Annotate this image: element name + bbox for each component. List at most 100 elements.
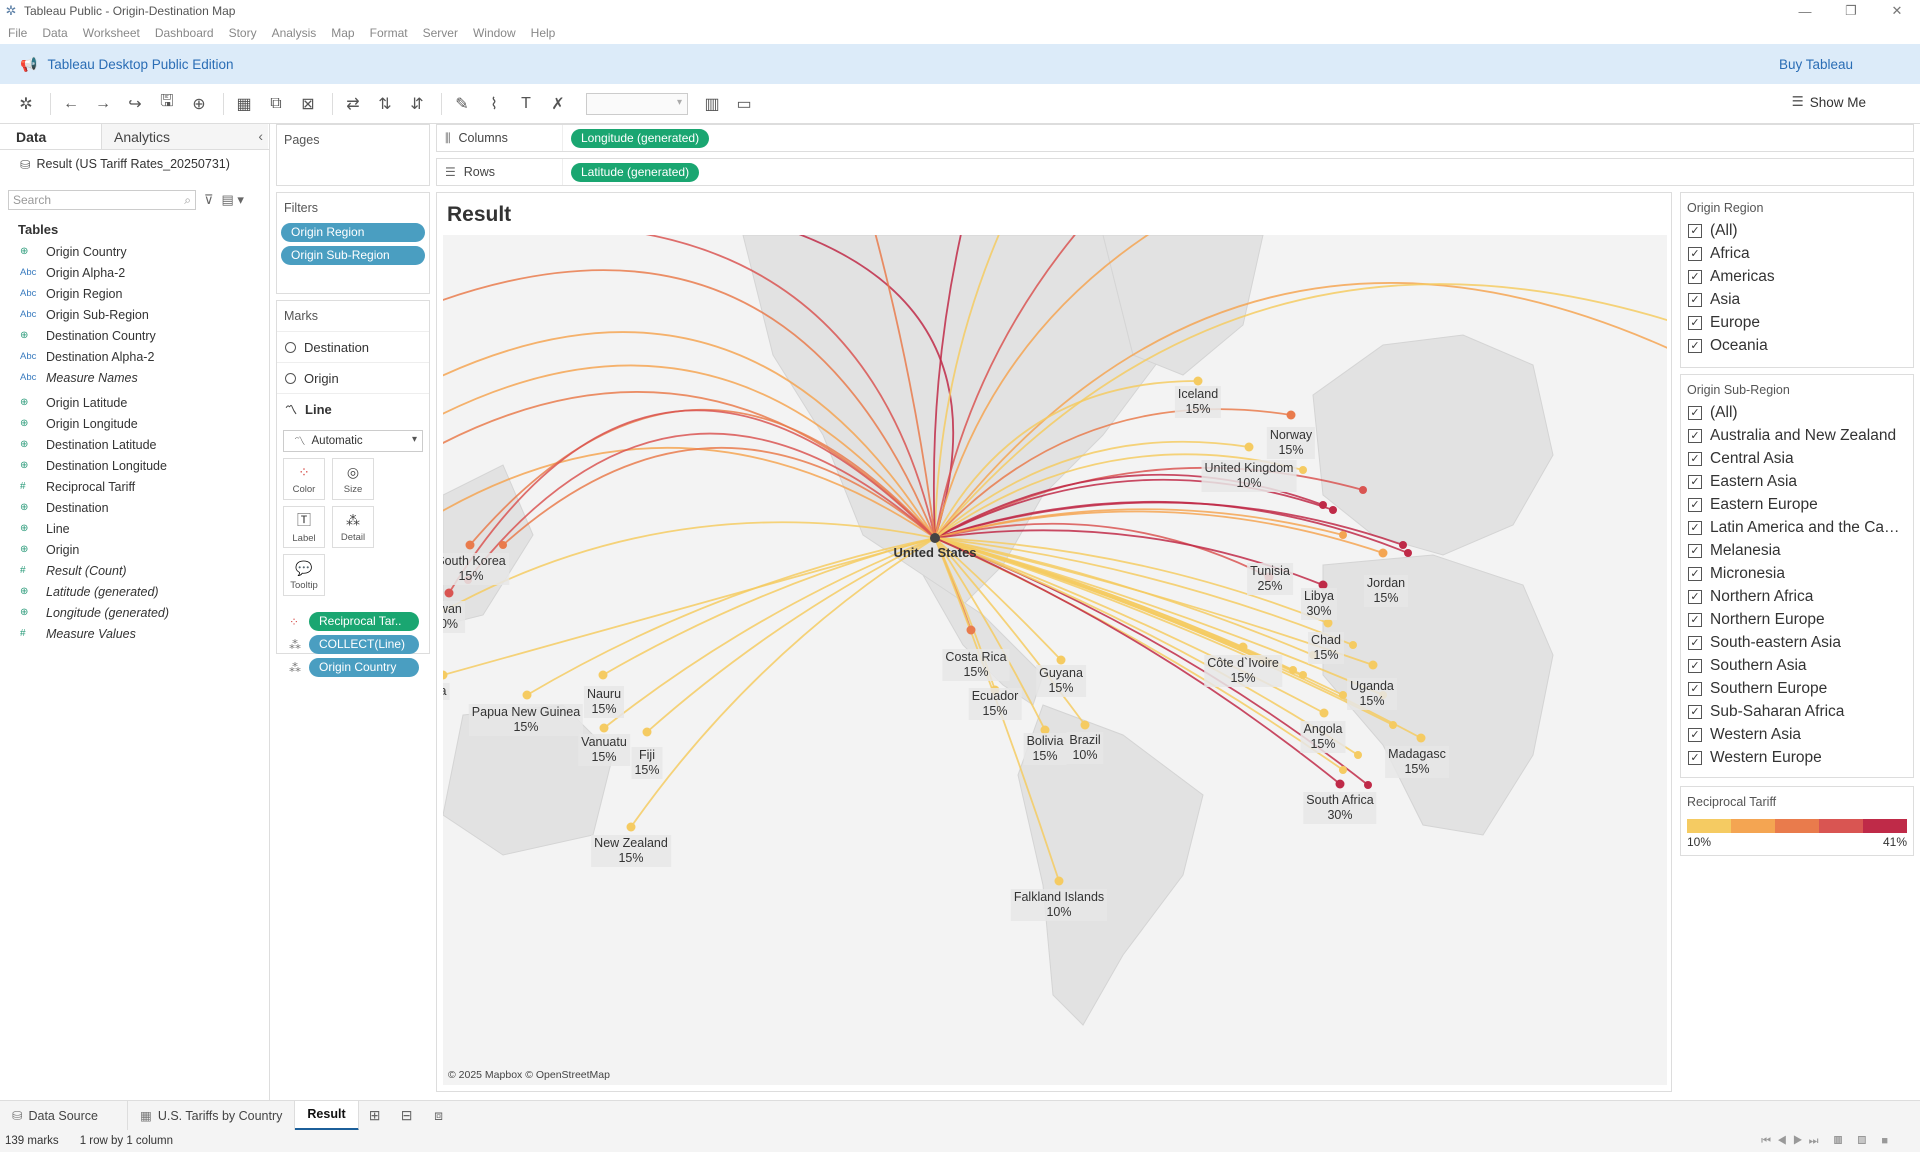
- filter-icon[interactable]: ⊽: [204, 192, 214, 208]
- size-button[interactable]: ◎ Size: [332, 458, 374, 500]
- tab-us-tariffs-by-country[interactable]: ▦ U.S. Tariffs by Country: [128, 1100, 296, 1131]
- tab-data[interactable]: Data: [0, 124, 102, 149]
- destination-point[interactable]: [1193, 376, 1203, 386]
- flow-line[interactable]: [603, 537, 936, 729]
- tab-result[interactable]: Result: [295, 1100, 359, 1131]
- new-story-icon[interactable]: ⧈: [423, 1101, 455, 1131]
- filter-checkbox-item[interactable]: ✓ (All): [1681, 401, 1913, 424]
- destination-point[interactable]: [1399, 541, 1407, 549]
- destination-point[interactable]: [1319, 501, 1327, 509]
- fit-dropdown[interactable]: [586, 92, 688, 115]
- filter-checkbox-item[interactable]: ✓ Western Asia: [1681, 723, 1913, 746]
- destination-point[interactable]: [1359, 486, 1367, 494]
- show-cards-icon[interactable]: ▥: [698, 91, 726, 117]
- filter-checkbox-item[interactable]: ✓ Sub-Saharan Africa: [1681, 700, 1913, 723]
- filter-checkbox-item[interactable]: ✓ Oceania: [1681, 334, 1913, 357]
- new-worksheet-icon[interactable]: ⊞: [359, 1101, 391, 1131]
- checkbox-checked-icon[interactable]: ✓: [1688, 497, 1702, 512]
- field-item[interactable]: # Measure Values: [0, 623, 269, 644]
- label-button[interactable]: 🅃 Label: [283, 506, 325, 548]
- flow-line[interactable]: [526, 537, 936, 696]
- filter-pill-origin-subregion[interactable]: Origin Sub-Region: [281, 246, 425, 265]
- destination-point[interactable]: [599, 723, 609, 733]
- filter-checkbox-item[interactable]: ✓ Western Europe: [1681, 746, 1913, 769]
- destination-point[interactable]: [444, 588, 454, 598]
- filter-checkbox-item[interactable]: ✓ Americas: [1681, 265, 1913, 288]
- checkbox-checked-icon[interactable]: ✓: [1688, 246, 1702, 261]
- destination-point[interactable]: [499, 541, 507, 549]
- tooltip-button[interactable]: 💬 Tooltip: [283, 554, 325, 596]
- collapse-pane-icon[interactable]: ‹: [258, 128, 263, 144]
- presentation-icon[interactable]: ▭: [730, 91, 758, 117]
- checkbox-checked-icon[interactable]: ✓: [1688, 520, 1702, 535]
- field-item[interactable]: # Reciprocal Tariff: [0, 476, 269, 497]
- destination-point[interactable]: [1299, 466, 1307, 474]
- mark-type-dropdown[interactable]: 〽 Automatic: [283, 430, 423, 452]
- color-button[interactable]: ⁘ Color: [283, 458, 325, 500]
- field-item[interactable]: ⊕ Origin Longitude: [0, 413, 269, 434]
- filter-checkbox-item[interactable]: ✓ Southern Europe: [1681, 677, 1913, 700]
- columns-shelf[interactable]: ⫼ Columns Longitude (generated): [436, 124, 1914, 152]
- destination-point[interactable]: [1286, 410, 1296, 420]
- checkbox-checked-icon[interactable]: ✓: [1688, 292, 1702, 307]
- field-item[interactable]: Abc Destination Alpha-2: [0, 346, 269, 367]
- filter-checkbox-item[interactable]: ✓ Australia and New Zealand: [1681, 424, 1913, 447]
- destination-point[interactable]: [966, 625, 976, 635]
- sheet-navigation-icons[interactable]: ⏮◀▶⏭ ▦ ▤ ■: [1761, 1135, 1894, 1148]
- field-item[interactable]: ⊕ Destination Latitude: [0, 434, 269, 455]
- menu-dashboard[interactable]: Dashboard: [155, 26, 214, 40]
- field-item[interactable]: ⊕ Origin Country: [0, 241, 269, 262]
- filter-checkbox-item[interactable]: ✓ Eastern Asia: [1681, 470, 1913, 493]
- filter-checkbox-item[interactable]: ✓ Southern Asia: [1681, 654, 1913, 677]
- filter-checkbox-item[interactable]: ✓ Melanesia: [1681, 539, 1913, 562]
- duplicate-icon[interactable]: ⧉: [262, 91, 290, 117]
- destination-point[interactable]: [1080, 720, 1090, 730]
- filter-checkbox-item[interactable]: ✓ South-eastern Asia: [1681, 631, 1913, 654]
- encoding-pill-reciprocal-tariff[interactable]: Reciprocal Tar..: [309, 612, 419, 631]
- destination-point[interactable]: [443, 670, 448, 680]
- destination-point[interactable]: [1056, 655, 1066, 665]
- destination-point[interactable]: [1054, 876, 1064, 886]
- filter-checkbox-item[interactable]: ✓ Central Asia: [1681, 447, 1913, 470]
- minimize-icon[interactable]: —: [1782, 0, 1828, 22]
- origin-point-united-states[interactable]: [930, 533, 940, 543]
- destination-point[interactable]: [1289, 666, 1297, 674]
- sort-descending-icon[interactable]: ⇵: [403, 91, 431, 117]
- destination-point[interactable]: [1378, 548, 1388, 558]
- destination-point[interactable]: [1364, 781, 1372, 789]
- search-input[interactable]: Search ⌕: [8, 190, 196, 210]
- destination-point[interactable]: [598, 670, 608, 680]
- field-item[interactable]: # Result (Count): [0, 560, 269, 581]
- tableau-home-icon[interactable]: ✲: [12, 91, 40, 117]
- flow-map-svg[interactable]: [443, 235, 1667, 1085]
- destination-point[interactable]: [1354, 751, 1362, 759]
- destination-point[interactable]: [1368, 660, 1378, 670]
- flow-line[interactable]: [630, 537, 936, 828]
- destination-point[interactable]: [1339, 766, 1347, 774]
- destination-point[interactable]: [1404, 549, 1412, 557]
- restore-icon[interactable]: ❐: [1828, 0, 1874, 22]
- sort-ascending-icon[interactable]: ⇅: [371, 91, 399, 117]
- checkbox-checked-icon[interactable]: ✓: [1688, 727, 1702, 742]
- detail-button[interactable]: ⁂ Detail: [332, 506, 374, 548]
- filter-checkbox-item[interactable]: ✓ Northern Africa: [1681, 585, 1913, 608]
- filter-checkbox-item[interactable]: ✓ Northern Europe: [1681, 608, 1913, 631]
- filter-checkbox-item[interactable]: ✓ (All): [1681, 219, 1913, 242]
- menu-window[interactable]: Window: [473, 26, 516, 40]
- destination-point[interactable]: [1299, 671, 1307, 679]
- field-item[interactable]: ⊕ Longitude (generated): [0, 602, 269, 623]
- field-item[interactable]: ⊕ Origin Latitude: [0, 392, 269, 413]
- checkbox-checked-icon[interactable]: ✓: [1688, 543, 1702, 558]
- checkbox-checked-icon[interactable]: ✓: [1688, 405, 1702, 420]
- redo-icon[interactable]: →: [89, 91, 117, 117]
- marks-layer-line[interactable]: 〽 Line: [277, 393, 429, 424]
- menu-analysis[interactable]: Analysis: [272, 26, 317, 40]
- new-dashboard-icon[interactable]: ⊟: [391, 1101, 423, 1131]
- menu-help[interactable]: Help: [531, 26, 556, 40]
- checkbox-checked-icon[interactable]: ✓: [1688, 658, 1702, 673]
- menu-server[interactable]: Server: [423, 26, 458, 40]
- checkbox-checked-icon[interactable]: ✓: [1688, 566, 1702, 581]
- checkbox-checked-icon[interactable]: ✓: [1688, 612, 1702, 627]
- checkbox-checked-icon[interactable]: ✓: [1688, 681, 1702, 696]
- field-item[interactable]: ⊕ Latitude (generated): [0, 581, 269, 602]
